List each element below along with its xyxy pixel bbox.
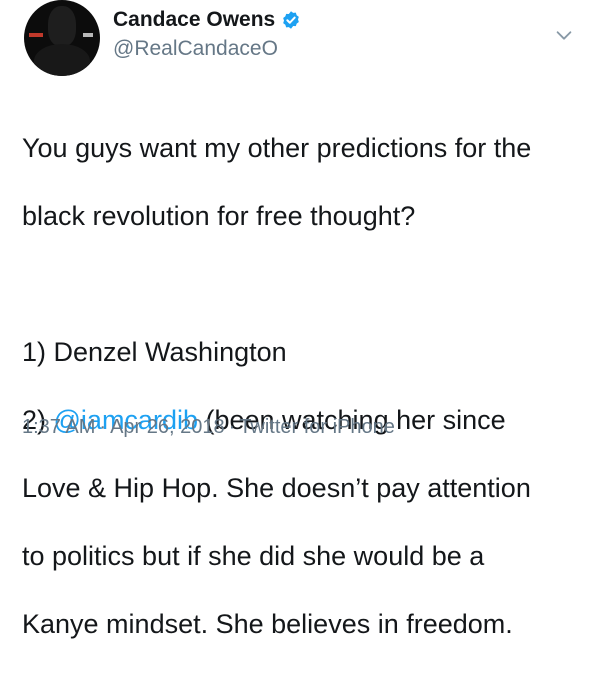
tweet-time[interactable]: 1:37 AM: [22, 416, 95, 438]
user-handle[interactable]: @RealCandaceO: [113, 37, 278, 61]
chevron-down-icon[interactable]: [553, 24, 575, 46]
meta-separator: ·: [99, 416, 107, 438]
tweet-source[interactable]: Twitter for iPhone: [239, 416, 395, 438]
tweet-line: You guys want my other predictions for t…: [22, 133, 532, 163]
verified-badge-icon: [283, 11, 300, 29]
avatar-shirt-mark: [83, 33, 93, 37]
avatar-shoulders: [34, 44, 90, 76]
avatar[interactable]: [24, 0, 100, 76]
display-name[interactable]: Candace Owens: [113, 8, 275, 32]
tweet-date[interactable]: Apr 26, 2018: [110, 416, 225, 438]
tweet-line: 1) Denzel Washington: [22, 337, 287, 367]
avatar-face: [48, 6, 76, 46]
tweet-line: black revolution for free thought?: [22, 201, 416, 231]
meta-separator: ·: [228, 416, 236, 438]
tweet-text: You guys want my other predictions for t…: [22, 97, 592, 675]
tweet-line: Love & Hip Hop. She doesn’t pay attentio…: [22, 473, 531, 503]
tweet-card: Candace Owens @RealCandaceO You guys wan…: [0, 0, 600, 639]
tweet-meta: 1:37 AM · Apr 26, 2018 · Twitter for iPhone: [22, 415, 395, 439]
name-row: Candace Owens: [113, 8, 301, 32]
avatar-shirt-mark: [29, 33, 43, 37]
tweet-line: Kanye mindset. She believes in freedom.: [22, 609, 513, 639]
tweet-line: to politics but if she did she would be …: [22, 541, 485, 571]
